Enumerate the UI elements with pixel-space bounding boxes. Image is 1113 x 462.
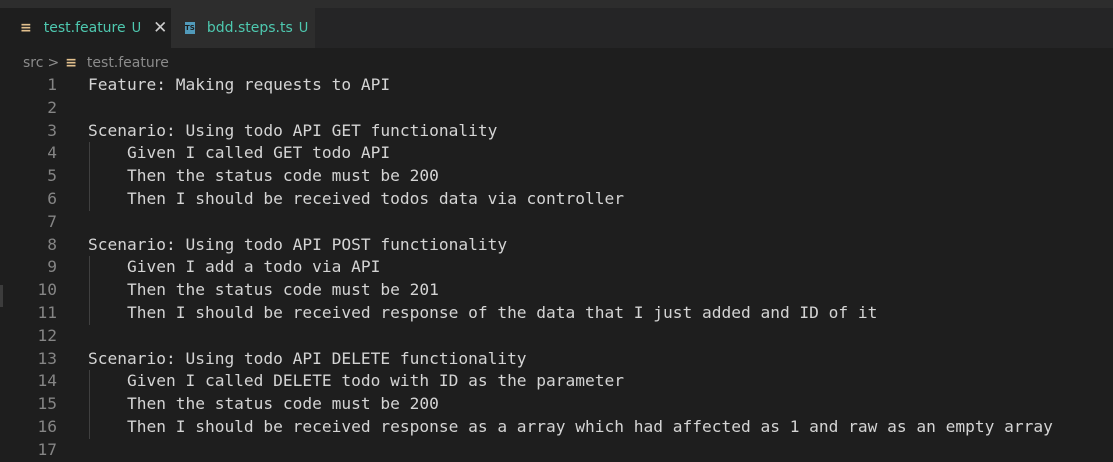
code-line[interactable]: 7 [0,211,1113,234]
line-number: 6 [47,188,57,208]
code-text: Given I called GET todo API [88,143,391,163]
code-line[interactable]: 10 Then the status code must be 201 [0,279,1113,302]
tab-test-feature[interactable]: ≡ test.feature U ✕ [0,8,171,48]
code-line[interactable]: 13 Scenario: Using todo API DELETE functi… [0,348,1113,371]
line-number: 7 [47,211,57,231]
code-text: Given I add a todo via API [88,257,381,277]
code-text: Then I should be received response as a … [88,416,1053,436]
title-strip [0,0,1113,8]
code-text: Scenario: Using todo API POST functional… [88,234,508,254]
code-text: Then the status code must be 201 [88,280,439,300]
line-number: 1 [47,75,57,94]
line-number: 17 [37,439,58,459]
code-line[interactable]: 16 Then I should be received response as… [0,416,1113,439]
line-number: 16 [37,416,58,436]
code-line[interactable]: 6 Then I should be received todos data v… [0,188,1113,211]
chevron-right-icon: > [47,55,60,71]
code-line[interactable]: 2 [0,97,1113,120]
code-text: Then the status code must be 200 [88,166,439,186]
code-line[interactable]: 4 Given I called GET todo API [0,142,1113,165]
tab-label: test.feature [43,20,126,36]
code-line[interactable]: 15 Then the status code must be 200 [0,393,1113,416]
code-line[interactable]: 12 [0,325,1113,348]
typescript-file-icon: TS [185,22,195,34]
code-line[interactable]: 8 Scenario: Using todo API POST functiona… [0,234,1113,257]
line-number: 4 [47,143,57,163]
line-number: 2 [47,97,57,117]
code-text: Then I should be received response of th… [88,302,878,322]
line-number: 10 [37,280,58,300]
code-line[interactable]: 17 [0,439,1113,462]
tab-bar: ≡ test.feature U ✕ TS bdd.steps.ts U [0,8,1113,48]
line-number: 12 [37,325,58,345]
breadcrumb-file[interactable]: test.feature [87,55,169,71]
line-number: 14 [37,371,58,391]
breadcrumb-folder[interactable]: src [23,55,43,71]
code-text: Given I called DELETE todo with ID as th… [88,371,625,391]
code-text: Then the status code must be 200 [88,394,439,414]
code-line[interactable]: 14 Given I called DELETE todo with ID as… [0,370,1113,393]
code-line[interactable]: 5 Then the status code must be 200 [0,165,1113,188]
line-number: 8 [47,234,57,254]
line-number: 13 [37,348,58,368]
code-text: Then I should be received todos data via… [88,188,625,208]
code-text: Scenario: Using todo API DELETE function… [88,348,527,368]
code-line[interactable]: 1 Feature: Making requests to API [0,74,1113,97]
code-editor[interactable]: 1 Feature: Making requests to API 2 3 Scenar… [0,74,1113,462]
close-icon[interactable]: ✕ [153,18,167,38]
untracked-badge: U [131,20,142,36]
code-text: Feature: Making requests to API [88,75,391,94]
line-number: 5 [47,166,57,186]
line-number: 11 [37,302,58,322]
code-line[interactable]: 3 Scenario: Using todo API GET functional… [0,120,1113,143]
untracked-badge: U [298,20,309,36]
feature-file-icon: ≡ [20,20,32,36]
line-number: 3 [47,120,57,140]
code-line[interactable]: 11 Then I should be received response of… [0,302,1113,325]
feature-file-icon: ≡ [65,55,77,71]
editor-window: ≡ test.feature U ✕ TS bdd.steps.ts U src… [0,0,1113,459]
breadcrumb: src > ≡ test.feature [23,53,169,73]
line-number: 15 [37,394,58,414]
code-text: Scenario: Using todo API GET functionali… [88,120,498,140]
code-line[interactable]: 9 Given I add a todo via API [0,256,1113,279]
line-number: 9 [47,257,57,277]
tab-bdd-steps[interactable]: TS bdd.steps.ts U [171,8,315,48]
tab-label: bdd.steps.ts [206,20,293,36]
